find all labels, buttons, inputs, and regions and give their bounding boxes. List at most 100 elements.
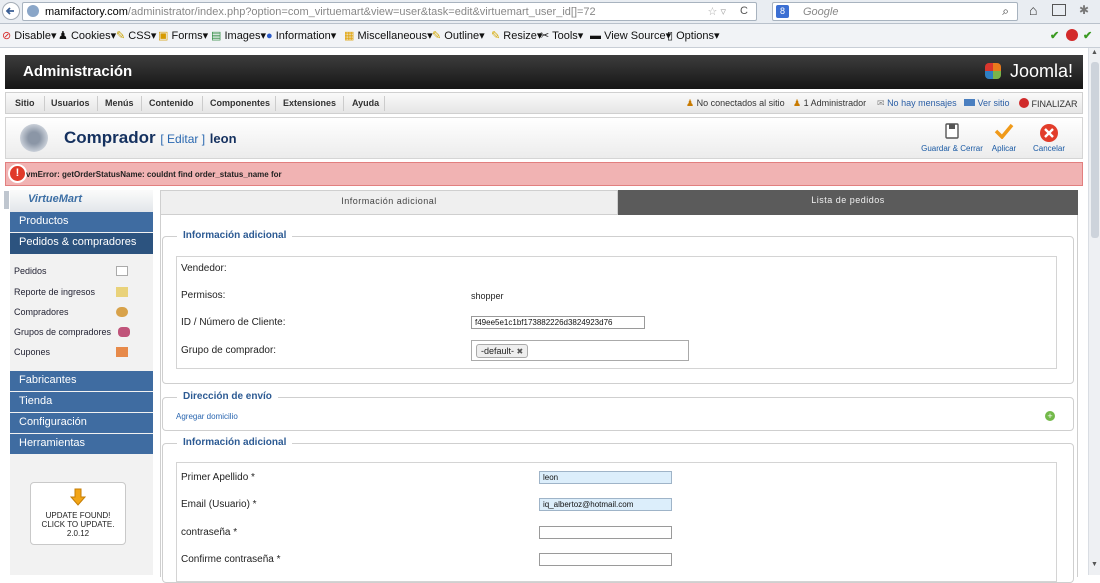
sidebar-reporte-ingresos[interactable]: Reporte de ingresos	[14, 287, 95, 297]
cancel-icon	[1040, 124, 1058, 142]
url-path: /administrator/index.php?option=com_virt…	[127, 6, 596, 18]
scroll-thumb[interactable]	[1091, 62, 1099, 238]
toolbar-resize[interactable]: ✎ Resize▾	[491, 29, 542, 42]
apply-button[interactable]: Aplicar	[982, 123, 1026, 153]
toolbar-information[interactable]: ● Information▾	[266, 29, 336, 42]
miscellaneous-icon: ▦	[344, 30, 355, 42]
sidebar-fabricantes[interactable]: Fabricantes	[10, 371, 153, 391]
add-address-link[interactable]: Agregar domicilio	[176, 412, 238, 421]
addon-icon[interactable]: ✱	[1079, 3, 1089, 17]
sidebar-collapse-handle[interactable]	[4, 191, 9, 209]
bookmarks-icon[interactable]	[1052, 4, 1066, 16]
tab-informacion-adicional[interactable]: Información adicional	[160, 190, 618, 215]
group-select[interactable]: -default- ✖	[471, 340, 689, 361]
scroll-up-icon[interactable]: ▲	[1091, 49, 1098, 56]
address-legend: Información adicional	[177, 437, 293, 448]
images-icon: ▤	[211, 30, 222, 42]
joomla-logo-icon	[985, 63, 1001, 79]
sidebar-compradores[interactable]: Compradores	[14, 307, 69, 317]
page-scrollbar[interactable]: ▲ ▼	[1088, 48, 1100, 575]
home-icon[interactable]: ⌂	[1029, 2, 1037, 18]
visitors-icon: ♟	[686, 98, 695, 108]
group-tag[interactable]: -default- ✖	[476, 344, 529, 358]
toolbar-options[interactable]: ▯ Options▾	[667, 29, 720, 42]
menu-usuarios[interactable]: Usuarios	[51, 98, 90, 108]
sidebar-cupones[interactable]: Cupones	[14, 347, 50, 357]
status-messages[interactable]: ✉ No hay mensajes	[877, 98, 957, 109]
validation-ok-icon: ✔	[1050, 30, 1060, 42]
toolbar-outline[interactable]: ✎ Outline▾	[432, 29, 485, 42]
page-title: Comprador [ Editar ] leon	[64, 128, 237, 147]
status-view-site[interactable]: Ver sitio	[964, 98, 1010, 108]
download-arrow-icon	[69, 488, 87, 506]
toolbar-view-source[interactable]: ▬ View Source▾	[590, 29, 671, 42]
password-field[interactable]	[539, 526, 672, 539]
save-icon	[945, 123, 959, 139]
confirm-password-field[interactable]	[539, 553, 672, 566]
toolbar-images[interactable]: ▤ Images▾	[211, 29, 266, 42]
last-name-field[interactable]: leon	[539, 471, 672, 484]
update-notice-button[interactable]: UPDATE FOUND! CLICK TO UPDATE. 2.0.12	[30, 482, 126, 545]
virtuemart-logo: VirtueMart	[4, 190, 153, 212]
toolbar-css[interactable]: ✎ CSS▾	[116, 29, 156, 42]
email-field[interactable]: iq_albertoz@hotmail.com	[539, 498, 672, 511]
web-developer-toolbar: ⊘ Disable▾ ♟ Cookies▾ ✎ CSS▾ ▣ Forms▾ ▤ …	[0, 24, 1100, 48]
sidebar-pedidos-compradores[interactable]: Pedidos & compradores	[10, 233, 153, 254]
menu-ayuda[interactable]: Ayuda	[352, 98, 379, 108]
update-version: 2.0.12	[66, 529, 90, 538]
sidebar-herramientas[interactable]: Herramientas	[10, 434, 153, 454]
css-icon: ✎	[116, 30, 126, 42]
update-line-1: UPDATE FOUND!	[45, 511, 111, 520]
monitor-icon	[964, 99, 975, 106]
remove-tag-icon[interactable]: ✖	[517, 347, 524, 356]
menu-menus[interactable]: Menús	[105, 98, 134, 108]
sidebar-grupos-compradores[interactable]: Grupos de compradores	[14, 327, 111, 337]
admin-header: Administración Joomla!	[5, 55, 1083, 89]
power-icon	[1019, 98, 1029, 108]
logout-link[interactable]: FINALIZAR	[1019, 98, 1078, 109]
search-placeholder: Google	[803, 6, 839, 18]
toolbar-tools[interactable]: ✂ Tools▾	[540, 29, 583, 42]
password-label: contraseña *	[181, 527, 238, 538]
menu-sitio[interactable]: Sitio	[15, 98, 35, 108]
menu-contenido[interactable]: Contenido	[149, 98, 194, 108]
menu-divider	[97, 96, 98, 111]
toolbar-cookies[interactable]: ♟ Cookies▾	[58, 29, 116, 42]
url-input[interactable]: mamifactory.com/administrator/index.php?…	[22, 2, 757, 21]
tab-lista-pedidos[interactable]: Lista de pedidos	[618, 190, 1078, 215]
shipping-legend: Dirección de envío	[177, 391, 278, 402]
reload-icon[interactable]: C	[740, 5, 748, 17]
joomla-logo: Joomla!	[1009, 61, 1073, 81]
error-text: vmError: getOrderStatusName: couldnt fin…	[26, 170, 282, 179]
search-icon[interactable]: ⌕	[1002, 4, 1009, 19]
search-input[interactable]: 8 Google ⌕	[772, 2, 1018, 21]
menu-extensiones[interactable]: Extensiones	[283, 98, 336, 108]
email-label: Email (Usuario) *	[181, 499, 257, 510]
toolbar-miscellaneous[interactable]: ▦ Miscellaneous▾	[344, 29, 433, 42]
error-message-bar: ! vmError: getOrderStatusName: couldnt f…	[5, 162, 1083, 186]
save-close-button[interactable]: Guardar & Cerrar	[919, 123, 985, 153]
toolbar-disable[interactable]: ⊘ Disable▾	[2, 29, 57, 42]
outline-icon: ✎	[432, 30, 442, 42]
virtuemart-sidebar: VirtueMart Productos Pedidos & comprador…	[4, 190, 153, 575]
back-button[interactable]	[2, 2, 20, 20]
permissions-label: Permisos:	[181, 290, 226, 301]
sidebar-configuracion[interactable]: Configuración	[10, 413, 153, 433]
scroll-down-icon[interactable]: ▼	[1091, 561, 1098, 568]
last-name-label: Primer Apellido *	[181, 472, 255, 483]
toolbar-forms[interactable]: ▣ Forms▾	[158, 29, 208, 42]
sidebar-tienda[interactable]: Tienda	[10, 392, 153, 412]
sidebar-productos[interactable]: Productos	[10, 212, 153, 232]
disable-icon: ⊘	[2, 30, 12, 42]
bookmark-star-icon[interactable]: ☆ ▿	[708, 5, 726, 18]
menu-divider	[275, 96, 276, 111]
menu-divider	[343, 96, 344, 111]
menu-componentes[interactable]: Componentes	[210, 98, 270, 108]
admins-icon: ♟	[793, 98, 802, 108]
back-arrow-icon	[5, 7, 14, 15]
cancel-button[interactable]: Cancelar	[1024, 123, 1074, 153]
customer-id-field[interactable]: f49ee5e1c1bf173882226d3824923d76	[471, 316, 645, 329]
information-icon: ●	[266, 30, 273, 42]
sidebar-pedidos[interactable]: Pedidos	[14, 266, 47, 276]
add-address-icon[interactable]: +	[1045, 411, 1055, 421]
